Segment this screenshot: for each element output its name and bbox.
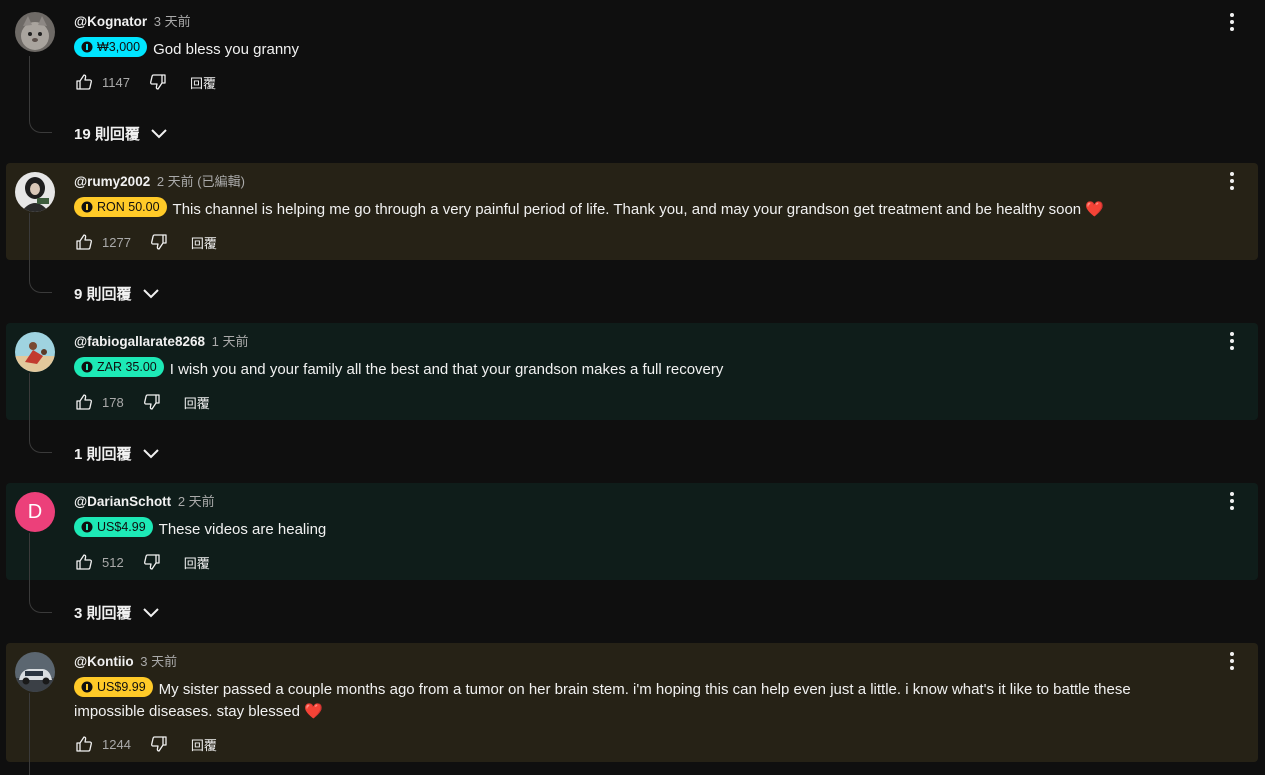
comments-list: @Kognator 3 天前 ₩3,000 God bless you gran… <box>0 0 1265 775</box>
dislike-icon[interactable] <box>148 72 168 92</box>
comment-author[interactable]: @fabiogallarate8268 <box>74 334 205 349</box>
comment-text: God bless you granny <box>153 41 300 58</box>
like-icon[interactable] <box>74 232 94 252</box>
comment-author[interactable]: @Kontiio <box>74 654 134 669</box>
like-icon[interactable] <box>74 552 94 572</box>
chevron-down-icon <box>142 449 159 459</box>
dislike-icon[interactable] <box>142 552 162 572</box>
reply-button[interactable]: 回覆 <box>190 73 216 92</box>
comment: @fabiogallarate8268 1 天前 ZAR 35.00 I wis… <box>6 323 1258 420</box>
super-thanks-chip: RON 50.00 <box>74 197 167 217</box>
comment-author[interactable]: @DarianSchott <box>74 494 171 509</box>
heart-emoji: ❤️ <box>1085 201 1105 218</box>
avatar[interactable] <box>15 172 55 212</box>
comment-body: US$9.99 My sister passed a couple months… <box>74 677 1218 723</box>
comment-text: I wish you and your family all the best … <box>169 361 724 378</box>
comment-time[interactable]: 3 天前 <box>140 654 177 669</box>
view-replies-button[interactable]: 3 則回覆 <box>74 600 160 624</box>
comment-time[interactable]: 2 天前 (已編輯) <box>157 174 245 189</box>
like-count: 178 <box>102 394 124 410</box>
avatar[interactable] <box>15 652 55 692</box>
comment-text: This channel is helping me go through a … <box>172 201 1082 218</box>
comment: D @DarianSchott 2 天前 US$4.99 These video… <box>6 483 1258 580</box>
more-actions-icon[interactable] <box>1222 10 1242 34</box>
comment-text: These videos are healing <box>158 521 327 538</box>
chip-amount: RON 50.00 <box>97 200 160 214</box>
replies-count: 1 則回覆 <box>74 445 132 463</box>
comment-time[interactable]: 1 天前 <box>212 334 249 349</box>
reply-button[interactable]: 回覆 <box>191 233 217 252</box>
thread-line <box>29 373 52 453</box>
view-replies-button[interactable]: 1 則回覆 <box>74 441 160 465</box>
super-thanks-icon <box>81 521 93 533</box>
like-count: 512 <box>102 554 124 570</box>
comment-body: US$4.99 These videos are healing <box>74 517 1218 541</box>
comment-body: ZAR 35.00 I wish you and your family all… <box>74 357 1218 381</box>
replies-count: 3 則回覆 <box>74 604 132 622</box>
replies-count: 9 則回覆 <box>74 285 132 303</box>
super-thanks-chip: US$9.99 <box>74 677 153 697</box>
chip-amount: ₩3,000 <box>97 40 141 54</box>
like-count: 1277 <box>102 234 131 250</box>
comment-time[interactable]: 3 天前 <box>154 14 191 29</box>
thread-line <box>29 533 52 613</box>
avatar[interactable] <box>15 12 55 52</box>
reply-button[interactable]: 回覆 <box>191 735 217 754</box>
super-thanks-chip: US$4.99 <box>74 517 153 537</box>
avatar[interactable]: D <box>15 492 55 532</box>
super-thanks-chip: ZAR 35.00 <box>74 357 164 377</box>
reply-button[interactable]: 回覆 <box>184 393 210 412</box>
thread-line <box>29 213 52 293</box>
like-icon[interactable] <box>74 392 94 412</box>
comment-text-line1: My sister passed a couple months ago fro… <box>158 681 1131 698</box>
more-actions-icon[interactable] <box>1222 489 1242 513</box>
view-replies-button[interactable]: 9 則回覆 <box>74 281 160 305</box>
super-thanks-icon <box>81 681 93 693</box>
comment-body: ₩3,000 God bless you granny <box>74 37 1218 61</box>
avatar[interactable] <box>15 332 55 372</box>
comment: @rumy2002 2 天前 (已編輯) RON 50.00 This chan… <box>6 163 1258 260</box>
more-actions-icon[interactable] <box>1222 329 1242 353</box>
view-replies-button[interactable]: 19 則回覆 <box>74 121 168 145</box>
comment-body: RON 50.00 This channel is helping me go … <box>74 197 1218 221</box>
more-actions-icon[interactable] <box>1222 649 1242 673</box>
heart-emoji: ❤️ <box>304 703 323 720</box>
reply-button[interactable]: 回覆 <box>184 553 210 572</box>
super-thanks-icon <box>81 361 93 373</box>
like-icon[interactable] <box>74 72 94 92</box>
chip-amount: US$4.99 <box>97 520 146 534</box>
avatar-letter: D <box>27 500 43 523</box>
chevron-down-icon <box>142 608 159 618</box>
dislike-icon[interactable] <box>149 734 169 754</box>
like-icon[interactable] <box>74 734 94 754</box>
chip-amount: ZAR 35.00 <box>97 360 157 374</box>
chevron-down-icon <box>142 289 159 299</box>
comment: @Kognator 3 天前 ₩3,000 God bless you gran… <box>6 0 1258 100</box>
super-thanks-chip: ₩3,000 <box>74 37 148 57</box>
replies-count: 19 則回覆 <box>74 125 140 143</box>
comment-time[interactable]: 2 天前 <box>178 494 215 509</box>
chevron-down-icon <box>151 129 167 139</box>
comment-text-line2: impossible diseases. stay blessed <box>74 703 300 720</box>
like-count: 1244 <box>102 736 131 752</box>
dislike-icon[interactable] <box>142 392 162 412</box>
thread-line <box>29 56 52 133</box>
thread-line <box>29 693 52 775</box>
like-count: 1147 <box>102 74 130 90</box>
comment-author[interactable]: @rumy2002 <box>74 174 150 189</box>
comment-author[interactable]: @Kognator <box>74 14 147 29</box>
super-thanks-icon <box>81 41 93 53</box>
super-thanks-icon <box>81 201 93 213</box>
comment: @Kontiio 3 天前 US$9.99 My sister passed a… <box>6 643 1258 762</box>
more-actions-icon[interactable] <box>1222 169 1242 193</box>
dislike-icon[interactable] <box>149 232 169 252</box>
chip-amount: US$9.99 <box>97 680 146 694</box>
